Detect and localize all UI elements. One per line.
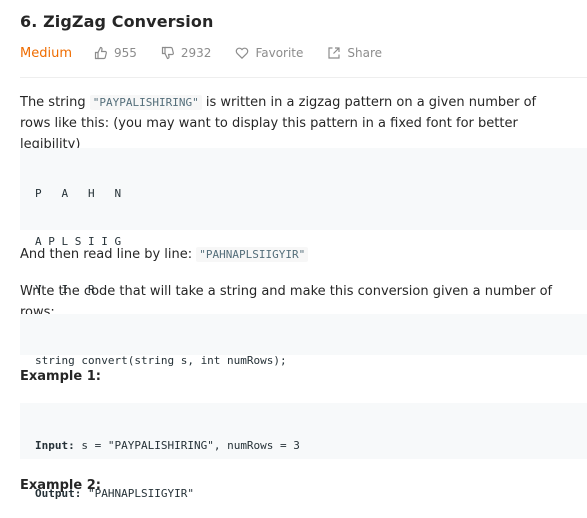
favorite-button[interactable]: Favorite (235, 46, 303, 60)
read-code-string: "PAHNAPLSIIGYIR" (196, 247, 309, 262)
zigzag-pattern-block: P A H N A P L S I I G Y I R (20, 148, 587, 296)
heart-icon (236, 47, 249, 60)
input-label: Input: (35, 439, 75, 452)
description-intro: The string "PAYPALISHIRING" is written i… (20, 92, 565, 155)
read-text: And then read line by line: (20, 247, 197, 262)
thumbs-down-icon (161, 46, 174, 60)
like-button[interactable]: 955 (94, 46, 137, 60)
example-1-input-line: Input: s = "PAYPALISHIRING", numRows = 3 (35, 435, 587, 457)
thumbs-up-icon (94, 46, 107, 60)
problem-meta-bar: Medium 955 2932 Favorite Share (20, 44, 406, 62)
example-1-output-line: Output: "PAHNAPLSIIGYIR" (35, 483, 587, 505)
header-divider (20, 77, 587, 78)
input-value: s = "PAYPALISHIRING", numRows = 3 (74, 439, 300, 452)
dislike-count: 2932 (180, 46, 212, 60)
example-2-heading: Example 2: (20, 478, 101, 493)
example-1-block: Input: s = "PAYPALISHIRING", numRows = 3… (20, 403, 587, 500)
function-signature-block: string convert(string s, int numRows); (20, 314, 587, 367)
intro-code-string: "PAYPALISHIRING" (89, 95, 202, 110)
favorite-label: Favorite (255, 46, 304, 60)
difficulty-label: Medium (20, 45, 72, 61)
function-signature: string convert(string s, int numRows); (35, 354, 287, 367)
example-1-heading: Example 1: (20, 369, 101, 384)
share-button[interactable]: Share (327, 46, 382, 60)
share-label: Share (347, 46, 383, 60)
read-line-paragraph: And then read line by line: "PAHNAPLSIIG… (20, 244, 565, 265)
problem-title: 6. ZigZag Conversion (20, 12, 214, 31)
intro-text-before: The string (20, 95, 90, 110)
like-count: 955 (113, 46, 137, 60)
share-icon (328, 47, 340, 59)
dislike-button[interactable]: 2932 (161, 46, 212, 60)
pattern-line-1: P A H N (35, 187, 122, 200)
